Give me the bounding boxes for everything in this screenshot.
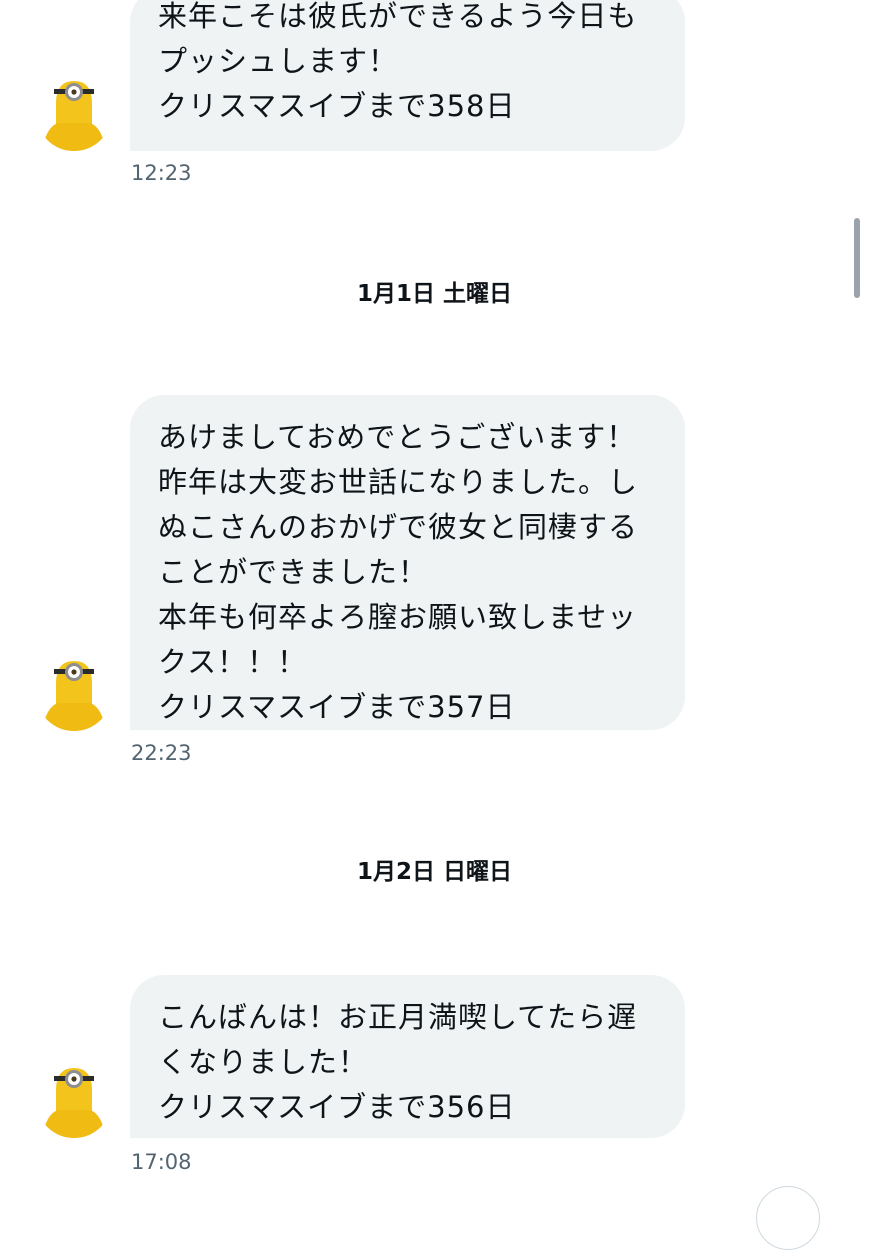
message-text-line: ことができました！ bbox=[158, 555, 429, 589]
message-text-line: 昨年は大変お世話になりました。し bbox=[158, 465, 639, 499]
message-text-line: 来年こそは彼氏ができるよう今日も bbox=[158, 0, 638, 33]
message-text-line: クリスマスイブまで357日 bbox=[158, 690, 516, 724]
sender-avatar[interactable] bbox=[36, 655, 112, 731]
message-text-line: ぬこさんのおかげで彼女と同棲する bbox=[158, 510, 639, 544]
message-bubble[interactable]: 来年こそは彼氏ができるよう今日も プッシュします！ クリスマスイブまで358日 bbox=[130, 0, 685, 151]
message-text-line: クス！！！ bbox=[158, 645, 308, 679]
sender-avatar[interactable] bbox=[36, 75, 112, 151]
message-text-line: クリスマスイブまで358日 bbox=[158, 89, 516, 123]
message-bubble[interactable]: あけましておめでとうございます！ 昨年は大変お世話になりました。し ぬこさんのお… bbox=[130, 395, 685, 730]
scroll-down-button[interactable] bbox=[756, 1186, 820, 1250]
message-text-line: 本年も何卒よろ膣お願い致しませッ bbox=[158, 600, 638, 634]
minion-avatar-icon bbox=[36, 1062, 112, 1138]
message-text-line: あけましておめでとうございます！ bbox=[158, 420, 637, 454]
message-timestamp: 22:23 bbox=[131, 741, 192, 765]
minion-avatar-icon bbox=[36, 655, 112, 731]
message-timestamp: 17:08 bbox=[131, 1150, 192, 1174]
minion-avatar-icon bbox=[36, 75, 112, 151]
message-text-line: くなりました！ bbox=[158, 1045, 369, 1079]
date-separator: 1月1日 土曜日 bbox=[356, 281, 512, 307]
message-bubble[interactable]: こんばんは！お正月満喫してたら遅 くなりました！ クリスマスイブまで356日 bbox=[130, 975, 685, 1138]
message-text-line: こんばんは！お正月満喫してたら遅 bbox=[158, 1000, 638, 1034]
message-timestamp: 12:23 bbox=[131, 161, 192, 185]
message-text-line: プッシュします！ bbox=[158, 44, 399, 78]
sender-avatar[interactable] bbox=[36, 1062, 112, 1138]
message-text-line: クリスマスイブまで356日 bbox=[158, 1090, 516, 1124]
scrollbar-thumb[interactable] bbox=[854, 218, 860, 298]
date-separator: 1月2日 日曜日 bbox=[356, 859, 512, 885]
